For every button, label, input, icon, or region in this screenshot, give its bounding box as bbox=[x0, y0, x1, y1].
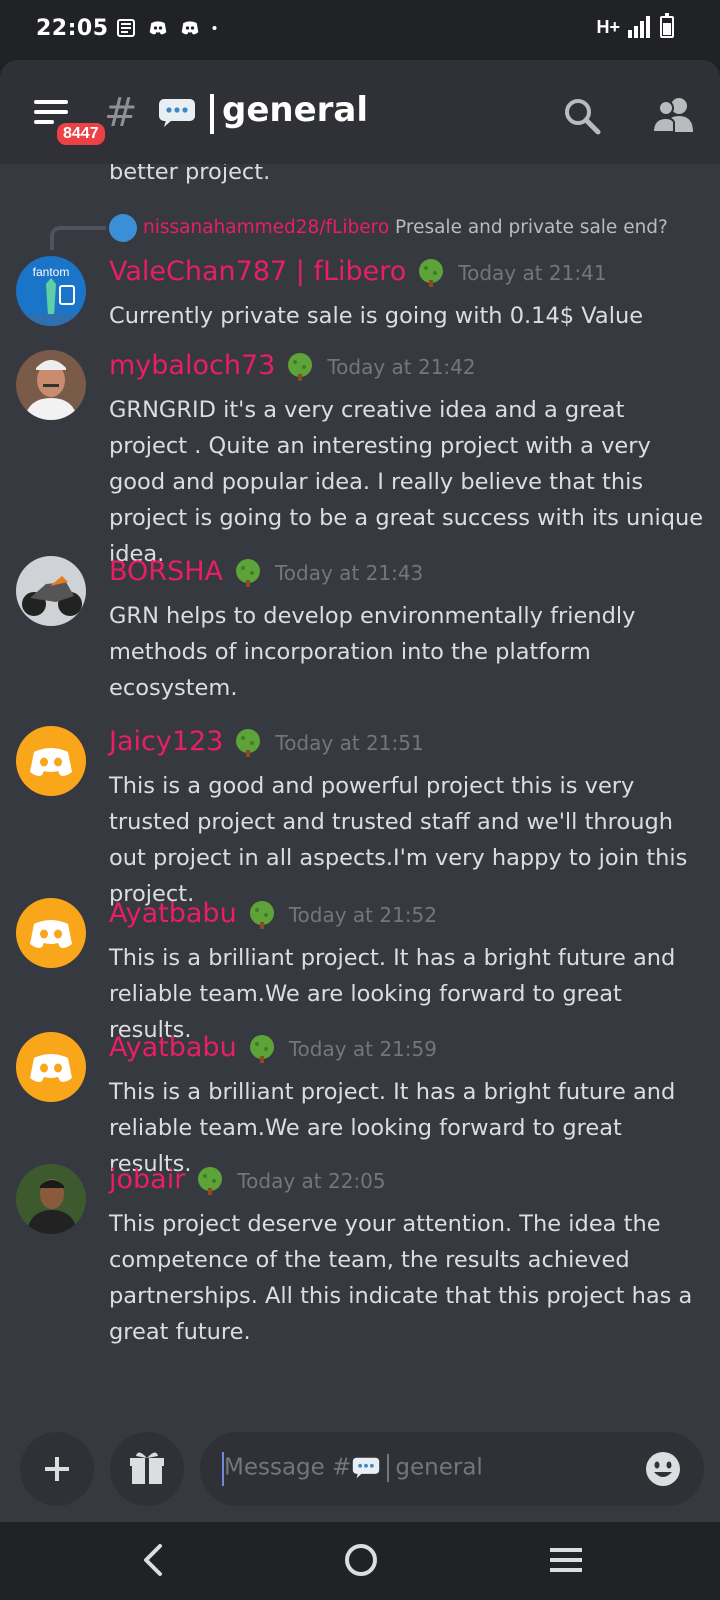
search-icon[interactable] bbox=[562, 96, 602, 136]
tree-badge-icon bbox=[419, 258, 444, 287]
message-text: Currently private sale is going with 0.1… bbox=[109, 303, 644, 329]
author-name[interactable]: Ayatbabu bbox=[109, 898, 237, 929]
app-bar: 8447 # general bbox=[0, 60, 720, 164]
home-icon[interactable] bbox=[343, 1542, 379, 1578]
svg-text:fantom: fantom bbox=[33, 265, 70, 279]
author-row: mybaloch73 Today at 21:42 bbox=[109, 350, 476, 382]
battery-icon bbox=[660, 13, 674, 38]
speech-bubble-icon bbox=[159, 99, 195, 127]
tree-badge-icon bbox=[198, 1166, 223, 1195]
reply-text: Presale and private sale end? bbox=[395, 217, 668, 238]
discord-icon bbox=[149, 21, 167, 35]
author-name[interactable]: Ayatbabu bbox=[109, 1032, 237, 1063]
tree-badge-icon bbox=[235, 558, 260, 587]
tree-badge-icon bbox=[249, 1034, 274, 1063]
network-type: H+ bbox=[596, 16, 620, 37]
avatar[interactable] bbox=[16, 726, 86, 796]
timestamp: Today at 21:51 bbox=[275, 730, 424, 755]
recents-icon[interactable] bbox=[548, 1544, 584, 1576]
author-name[interactable]: jobair bbox=[109, 1164, 185, 1195]
discord-default-avatar-icon bbox=[30, 1054, 72, 1082]
author-name[interactable]: ValeChan787 | fLibero bbox=[109, 256, 406, 287]
message-input[interactable]: Message # general bbox=[200, 1432, 704, 1506]
author-row: Ayatbabu Today at 21:52 bbox=[109, 898, 437, 930]
tree-badge-icon bbox=[236, 728, 261, 757]
channel-separator bbox=[210, 94, 214, 134]
avatar bbox=[109, 214, 137, 242]
author-row: ValeChan787 | fLibero Today at 21:41 bbox=[109, 256, 607, 288]
avatar[interactable] bbox=[16, 1032, 86, 1102]
discord-default-avatar-icon bbox=[30, 748, 72, 776]
author-row: jobair Today at 22:05 bbox=[109, 1164, 386, 1196]
author-row: BORSHA Today at 21:43 bbox=[109, 556, 423, 588]
discord-default-avatar-icon bbox=[30, 920, 72, 948]
reply-connector bbox=[50, 226, 106, 250]
menu-button[interactable]: 8447 bbox=[34, 100, 108, 148]
notification-icons bbox=[116, 18, 222, 38]
user-photo-icon bbox=[16, 350, 86, 420]
system-status: H+ bbox=[596, 13, 674, 38]
attach-button[interactable] bbox=[20, 1432, 94, 1506]
author-row: Jaicy123 Today at 21:51 bbox=[109, 726, 424, 758]
emoji-icon[interactable] bbox=[644, 1450, 682, 1488]
avatar[interactable] bbox=[16, 1164, 86, 1234]
plus-icon bbox=[45, 1457, 69, 1481]
back-icon[interactable] bbox=[138, 1542, 168, 1578]
speech-bubble-icon bbox=[353, 1457, 380, 1479]
gift-icon bbox=[130, 1452, 164, 1484]
placeholder-prefix: Message # bbox=[224, 1454, 352, 1481]
author-row: Ayatbabu Today at 21:59 bbox=[109, 1032, 437, 1064]
timestamp: Today at 21:52 bbox=[288, 902, 437, 927]
message-text: GRN helps to develop environmentally fri… bbox=[109, 603, 636, 701]
hamburger-bar bbox=[34, 120, 54, 124]
reply-preview[interactable]: nissanahammed28/fLibero Presale and priv… bbox=[109, 214, 668, 242]
status-time: 22:05 bbox=[36, 16, 109, 41]
channel-title[interactable]: general bbox=[222, 90, 368, 130]
discord-icon bbox=[181, 21, 199, 35]
timestamp: Today at 21:42 bbox=[327, 354, 476, 379]
hamburger-icon bbox=[34, 100, 68, 104]
reply-author: nissanahammed28/fLibero bbox=[143, 217, 390, 238]
user-photo-icon bbox=[16, 1164, 86, 1234]
placeholder-channel: general bbox=[395, 1454, 483, 1481]
author-name[interactable]: BORSHA bbox=[109, 556, 223, 587]
message-list[interactable]: better project. nissanahammed28/fLibero … bbox=[0, 164, 720, 1418]
motorcycle-avatar-icon bbox=[16, 556, 86, 626]
avatar[interactable] bbox=[16, 556, 86, 626]
members-icon[interactable] bbox=[652, 94, 696, 134]
system-nav-bar bbox=[0, 1522, 720, 1600]
timestamp: Today at 22:05 bbox=[237, 1168, 386, 1193]
author-name[interactable]: Jaicy123 bbox=[109, 726, 223, 757]
message-placeholder: Message # general bbox=[224, 1454, 483, 1482]
tree-badge-icon bbox=[249, 900, 274, 929]
author-name[interactable]: mybaloch73 bbox=[109, 350, 275, 381]
avatar[interactable] bbox=[16, 898, 86, 968]
message-text: better project. bbox=[109, 164, 271, 185]
message-text: GRNGRID it's a very creative idea and a … bbox=[109, 397, 704, 567]
signal-icon bbox=[628, 16, 650, 38]
hash-icon: # bbox=[104, 90, 138, 136]
avatar[interactable]: fantom bbox=[16, 256, 86, 326]
placeholder-separator bbox=[387, 1454, 390, 1482]
gift-button[interactable] bbox=[110, 1432, 184, 1506]
timestamp: Today at 21:43 bbox=[274, 560, 424, 585]
news-icon bbox=[117, 19, 135, 37]
timestamp: Today at 21:41 bbox=[458, 260, 607, 285]
composer-bar: Message # general bbox=[0, 1418, 720, 1522]
status-bar: 22:05 H+ bbox=[0, 0, 720, 60]
timestamp: Today at 21:59 bbox=[288, 1036, 437, 1061]
fantom-avatar-icon: fantom bbox=[16, 256, 86, 326]
message-text: This is a good and powerful project this… bbox=[109, 773, 688, 907]
unread-badge: 8447 bbox=[54, 120, 108, 148]
hamburger-bar bbox=[34, 110, 68, 114]
tree-badge-icon bbox=[288, 352, 313, 381]
message-text: This project deserve your attention. The… bbox=[109, 1211, 693, 1345]
avatar[interactable] bbox=[16, 350, 86, 420]
dot-icon bbox=[212, 26, 217, 30]
